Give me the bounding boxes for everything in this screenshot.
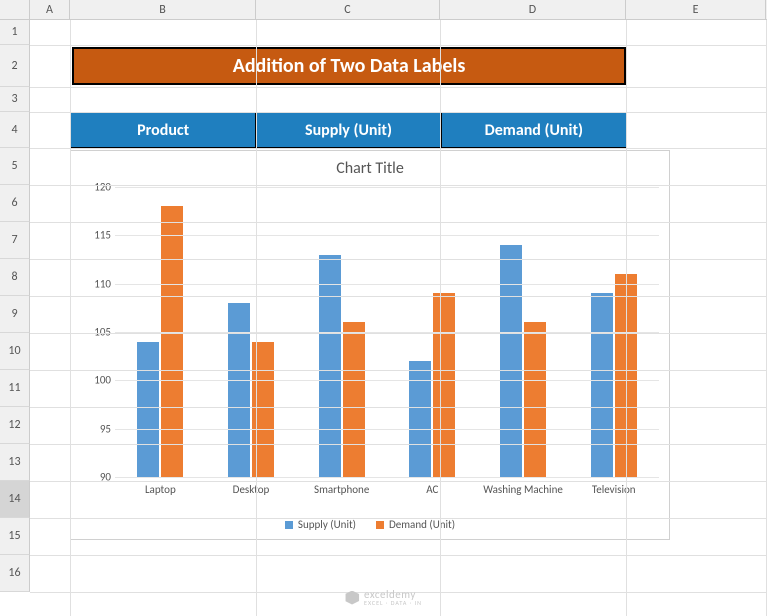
bar-supply[interactable] (591, 293, 613, 477)
row-header-9[interactable]: 9 (0, 296, 30, 333)
bar-demand[interactable] (161, 206, 183, 477)
row-header-5[interactable]: 5 (0, 148, 30, 185)
chart-gridline (115, 235, 659, 236)
header-demand: Demand (Unit) (442, 113, 626, 147)
legend-label-demand: Demand (Unit) (389, 518, 455, 531)
y-tick-label: 120 (94, 181, 111, 194)
chart-legend[interactable]: Supply (Unit) Demand (Unit) (71, 518, 669, 531)
x-axis: LaptopDesktopSmartphoneACWashing Machine… (115, 479, 659, 509)
row-header-6[interactable]: 6 (0, 185, 30, 222)
watermark-sub: EXCEL · DATA · IN (364, 600, 422, 606)
gridline-h (30, 296, 767, 297)
column-header-B[interactable]: B (70, 0, 256, 19)
row-header-2[interactable]: 2 (0, 45, 30, 87)
row-header-16[interactable]: 16 (0, 555, 30, 592)
gridline-h (30, 112, 767, 113)
y-tick-label: 105 (94, 326, 111, 339)
legend-swatch-demand (376, 521, 384, 529)
bar-demand[interactable] (343, 322, 365, 477)
plot-area (115, 187, 659, 477)
x-label: AC (387, 479, 478, 509)
bar-supply[interactable] (409, 361, 431, 477)
cube-icon (345, 591, 359, 605)
bar-supply[interactable] (500, 245, 522, 477)
gridline-v (626, 20, 627, 616)
gridline-h (30, 481, 767, 482)
chart-gridline (115, 429, 659, 430)
legend-swatch-supply (285, 521, 293, 529)
select-all-corner[interactable] (0, 0, 30, 19)
column-header-E[interactable]: E (626, 0, 766, 19)
bar-supply[interactable] (228, 303, 250, 477)
row-header-11[interactable]: 11 (0, 370, 30, 407)
table-header-row: Product Supply (Unit) Demand (Unit) (70, 112, 627, 148)
legend-item-supply[interactable]: Supply (Unit) (285, 518, 356, 531)
bar-demand[interactable] (524, 322, 546, 477)
y-tick-label: 110 (94, 277, 111, 290)
x-label: Television (568, 479, 659, 509)
legend-label-supply: Supply (Unit) (298, 518, 356, 531)
row-headers: 12345678910111213141516 (0, 20, 30, 592)
gridline-h (30, 407, 767, 408)
gridline-v (440, 20, 441, 616)
row-header-1[interactable]: 1 (0, 20, 30, 45)
gridline-h (30, 222, 767, 223)
gridline-h (30, 87, 767, 88)
x-label: Laptop (115, 479, 206, 509)
y-tick-label: 100 (94, 374, 111, 387)
x-label: Smartphone (296, 479, 387, 509)
gridline-h (30, 555, 767, 556)
gridline-v (70, 20, 71, 616)
cells-area[interactable]: Addition of Two Data Labels Product Supp… (30, 20, 767, 616)
gridline-h (30, 259, 767, 260)
gridline-v (256, 20, 257, 616)
row-header-12[interactable]: 12 (0, 407, 30, 444)
column-header-D[interactable]: D (440, 0, 626, 19)
chart-title[interactable]: Chart Title (71, 151, 669, 182)
column-header-C[interactable]: C (256, 0, 440, 19)
chart-gridline (115, 477, 659, 478)
gridline-h (30, 185, 767, 186)
gridline-h (30, 148, 767, 149)
gridline-h (30, 444, 767, 445)
spreadsheet-grid: ABCDE 12345678910111213141516 Addition o… (0, 0, 767, 616)
chart-gridline (115, 284, 659, 285)
y-axis: 9095100105110115120 (81, 187, 111, 477)
column-headers: ABCDE (0, 0, 767, 20)
x-label: Washing Machine (478, 479, 569, 509)
row-header-3[interactable]: 3 (0, 87, 30, 112)
header-product: Product (71, 113, 256, 147)
row-header-7[interactable]: 7 (0, 222, 30, 259)
title-banner: Addition of Two Data Labels (72, 47, 626, 85)
bar-supply[interactable] (137, 342, 159, 477)
row-header-13[interactable]: 13 (0, 444, 30, 481)
bar-demand[interactable] (433, 293, 455, 477)
y-tick-label: 115 (94, 229, 111, 242)
gridline-h (30, 333, 767, 334)
gridline-h (30, 370, 767, 371)
row-header-4[interactable]: 4 (0, 112, 30, 148)
chart-gridline (115, 380, 659, 381)
legend-item-demand[interactable]: Demand (Unit) (376, 518, 455, 531)
header-supply: Supply (Unit) (256, 113, 441, 147)
chart-gridline (115, 187, 659, 188)
row-header-8[interactable]: 8 (0, 259, 30, 296)
y-tick-label: 95 (100, 422, 111, 435)
x-label: Desktop (206, 479, 297, 509)
watermark: exceldemy EXCEL · DATA · IN (345, 589, 422, 606)
row-header-14[interactable]: 14 (0, 481, 30, 518)
gridline-h (30, 518, 767, 519)
row-header-15[interactable]: 15 (0, 518, 30, 555)
row-header-10[interactable]: 10 (0, 333, 30, 370)
gridline-h (30, 45, 767, 46)
column-header-A[interactable]: A (30, 0, 70, 19)
